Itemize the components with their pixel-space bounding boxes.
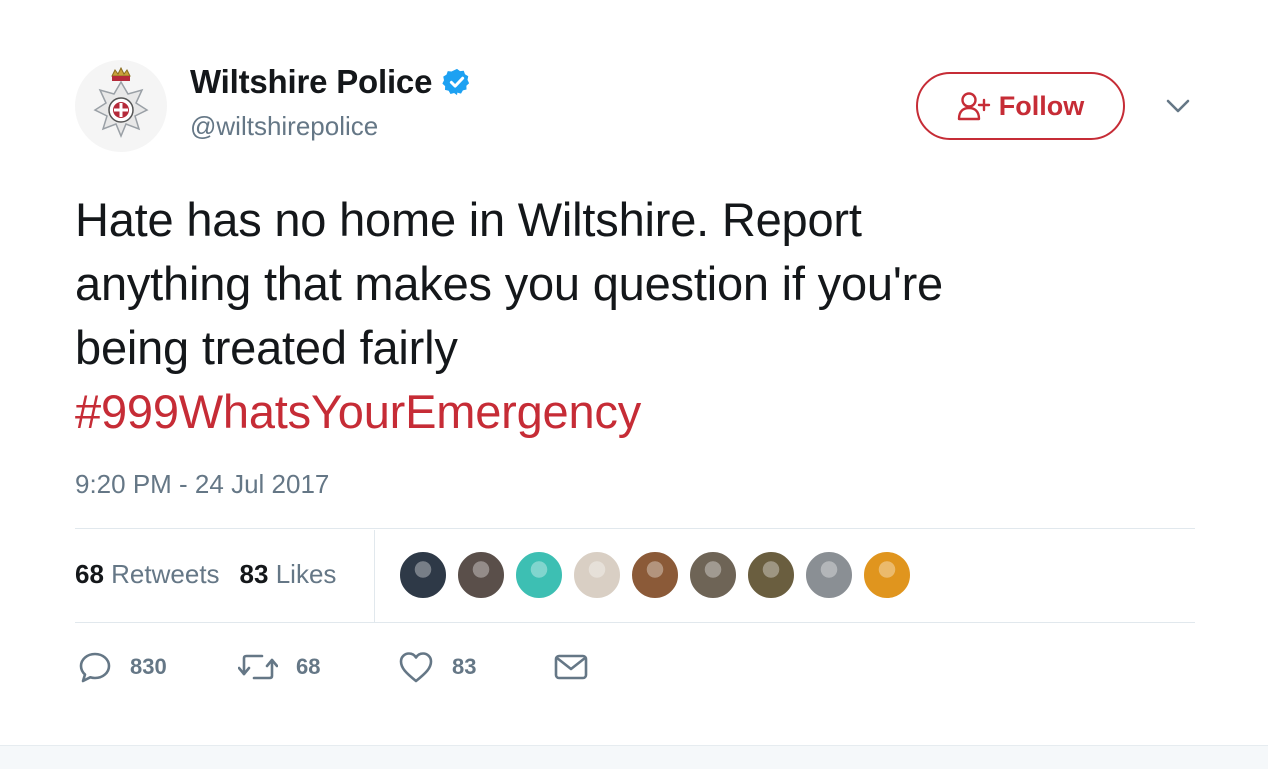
chevron-down-icon[interactable] [1164,96,1192,116]
reply-icon [79,652,111,683]
tweet-actions: 830 68 83 [78,650,607,684]
liker-avatar[interactable] [689,551,737,599]
divider [75,528,1195,529]
tweet-text-line: Hate has no home in Wiltshire. Report [75,193,862,246]
follow-button[interactable]: Follow [916,72,1125,140]
direct-message-button[interactable] [553,652,607,682]
liker-avatar[interactable] [631,551,679,599]
liker-avatar[interactable] [805,551,853,599]
tweet-text-line: anything that makes you question if you'… [75,257,943,310]
liker-avatar[interactable] [457,551,505,599]
add-user-icon [957,92,990,121]
liker-avatars [399,551,921,599]
reply-count: 830 [130,654,167,679]
user-handle[interactable]: @wiltshirepolice [190,111,378,142]
divider [75,622,1195,623]
likes-stat-count: 83 [239,559,269,589]
avatar[interactable] [75,60,167,152]
retweet-button[interactable]: 68 [238,650,398,684]
retweet-icon [238,654,278,680]
verified-badge-icon [442,68,470,96]
liker-avatar[interactable] [747,551,795,599]
envelope-icon [554,654,588,680]
retweet-count: 68 [296,654,321,679]
retweets-stat-label: Retweets [111,559,220,589]
user-name-row: Wiltshire Police [190,63,472,101]
follow-button-label: Follow [998,90,1085,121]
liker-avatar[interactable] [399,551,447,599]
stats-divider [374,530,375,622]
likes-stat-label: Likes [275,559,337,589]
liker-avatar[interactable] [515,551,563,599]
tweet-text-line: being treated fairly [75,321,458,374]
like-count: 83 [452,654,477,679]
heart-icon [399,652,433,683]
retweets-stat[interactable]: 68 Retweets [75,559,220,590]
retweets-stat-count: 68 [75,559,104,589]
hashtag-link[interactable]: #999WhatsYourEmergency [75,380,1195,444]
like-button[interactable]: 83 [398,650,553,684]
likes-stat[interactable]: 83 Likes [240,559,337,590]
tweet-text: Hate has no home in Wiltshire. Report an… [75,188,1195,444]
police-crest-icon [93,66,149,138]
liker-avatar[interactable] [863,551,911,599]
reply-button[interactable]: 830 [78,650,238,684]
tweet-timestamp[interactable]: 9:20 PM - 24 Jul 2017 [75,469,329,500]
footer-strip [0,745,1268,769]
tweet-card: Wiltshire Police @wiltshirepolice Follow… [0,0,1268,769]
liker-avatar[interactable] [573,551,621,599]
tweet-stats: 68 Retweets 83 Likes [75,559,356,590]
user-name[interactable]: Wiltshire Police [190,63,432,101]
